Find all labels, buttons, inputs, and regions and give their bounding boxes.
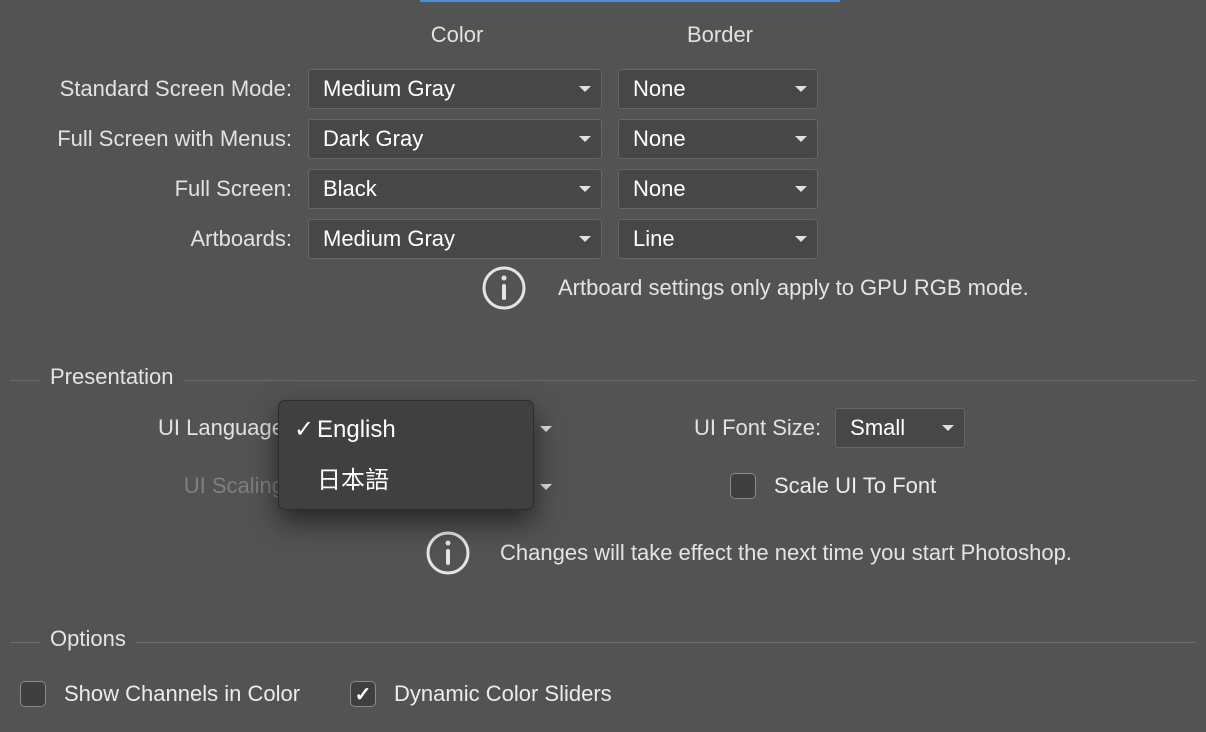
ui-font-size-pair: UI Font Size: Small (694, 408, 965, 448)
info-icon (480, 264, 528, 312)
color-header: Color (310, 22, 604, 48)
ui-language-dropdown-chevron[interactable] (540, 432, 552, 458)
chevron-down-icon (795, 236, 807, 242)
chevron-down-icon (579, 186, 591, 192)
dropdown-value: Dark Gray (323, 126, 423, 152)
presentation-row-2: UI Scaling Scale UI To Font (10, 473, 1196, 499)
fullscreen-color-dropdown[interactable]: Black (308, 169, 602, 209)
presentation-title: Presentation (40, 364, 184, 390)
options-row: Show Channels in Color Dynamic Color Sli… (20, 681, 612, 707)
presentation-row-1: UI Language UI Font Size: Small (10, 415, 1196, 441)
artboard-info-text: Artboard settings only apply to GPU RGB … (558, 275, 1029, 301)
dynamic-sliders-checkbox[interactable] (350, 681, 376, 707)
mode-label: Full Screen: (0, 176, 292, 202)
dynamic-sliders-label: Dynamic Color Sliders (394, 681, 612, 707)
dropdown-value: None (633, 76, 686, 102)
show-channels-label: Show Channels in Color (64, 681, 300, 707)
border-header: Border (620, 22, 820, 48)
presentation-group: Presentation UI Language UI Font Size: S… (10, 380, 1196, 612)
lang-item-label: English (317, 416, 396, 444)
fs-menus-border-dropdown[interactable]: None (618, 119, 818, 159)
dropdown-value: Small (850, 415, 905, 441)
dynamic-sliders-option[interactable]: Dynamic Color Sliders (350, 681, 612, 707)
fs-menus-color-dropdown[interactable]: Dark Gray (308, 119, 602, 159)
mode-label: Full Screen with Menus: (0, 126, 292, 152)
chevron-down-icon (579, 86, 591, 92)
chevron-down-icon (579, 236, 591, 242)
dropdown-value: Medium Gray (323, 76, 455, 102)
options-title: Options (40, 626, 136, 652)
scale-ui-pair: Scale UI To Font (730, 473, 936, 499)
chevron-down-icon (540, 484, 552, 515)
check-icon: ✓ (291, 415, 317, 444)
options-group: Options Show Channels in Color Dynamic C… (10, 642, 1196, 732)
ui-font-size-dropdown[interactable]: Small (835, 408, 965, 448)
artboards-color-dropdown[interactable]: Medium Gray (308, 219, 602, 259)
ui-font-size-label: UI Font Size: (694, 415, 821, 441)
mode-label: Standard Screen Mode: (0, 76, 292, 102)
presentation-info-row: Changes will take effect the next time y… (424, 529, 1072, 577)
standard-color-dropdown[interactable]: Medium Gray (308, 69, 602, 109)
show-channels-checkbox[interactable] (20, 681, 46, 707)
chevron-down-icon (795, 136, 807, 142)
standard-border-dropdown[interactable]: None (618, 69, 818, 109)
dropdown-value: Black (323, 176, 377, 202)
chevron-down-icon (579, 136, 591, 142)
chevron-down-icon (942, 425, 954, 431)
lang-item-japanese[interactable]: 日本語 (279, 452, 533, 503)
artboards-border-dropdown[interactable]: Line (618, 219, 818, 259)
chevron-down-icon (795, 86, 807, 92)
active-tab-underline (420, 0, 840, 2)
chevron-down-icon (795, 186, 807, 192)
screen-mode-headers: Color Border (310, 22, 820, 48)
dropdown-value: None (633, 126, 686, 152)
lang-item-label: 日本語 (317, 460, 389, 495)
dropdown-value: None (633, 176, 686, 202)
ui-language-label: UI Language (10, 415, 284, 441)
scale-ui-checkbox[interactable] (730, 473, 756, 499)
chevron-down-icon (540, 426, 552, 457)
scale-ui-checkbox-pair[interactable]: Scale UI To Font (730, 473, 936, 499)
ui-scaling-dropdown-chevron[interactable] (540, 490, 552, 516)
fullscreen-border-dropdown[interactable]: None (618, 169, 818, 209)
dropdown-value: Line (633, 226, 675, 252)
mode-row-standard: Standard Screen Mode: Medium Gray None (0, 64, 825, 114)
mode-label: Artboards: (0, 226, 292, 252)
dropdown-value: Medium Gray (323, 226, 455, 252)
show-channels-option[interactable]: Show Channels in Color (20, 681, 300, 707)
ui-scaling-label: UI Scaling (10, 473, 284, 499)
info-icon (424, 529, 472, 577)
mode-row-fullscreen: Full Screen: Black None (0, 164, 825, 214)
scale-ui-label: Scale UI To Font (774, 473, 936, 499)
screen-mode-grid: Standard Screen Mode: Medium Gray None F… (0, 64, 825, 264)
mode-row-fullscreen-menus: Full Screen with Menus: Dark Gray None (0, 114, 825, 164)
presentation-info-text: Changes will take effect the next time y… (500, 540, 1072, 566)
artboard-info-row: Artboard settings only apply to GPU RGB … (480, 264, 1029, 312)
mode-row-artboards: Artboards: Medium Gray Line (0, 214, 825, 264)
ui-language-menu[interactable]: ✓ English 日本語 (278, 400, 534, 510)
lang-item-english[interactable]: ✓ English (279, 407, 533, 452)
